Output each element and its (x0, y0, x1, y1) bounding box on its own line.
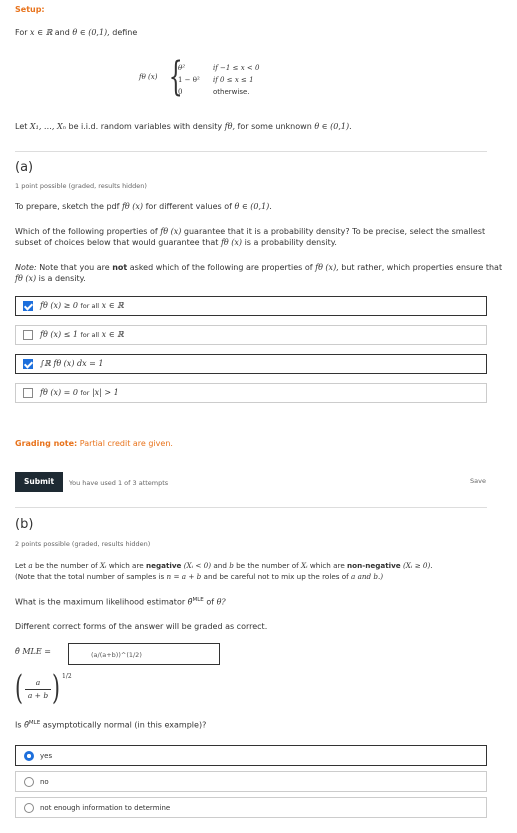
part-a-question: Which of the following properties of fθ … (15, 227, 486, 247)
problem-page: Setup: For x ∈ ℝ and θ ∈ (0,1), define f… (0, 0, 517, 833)
grading-note: Grading note: Partial credit are given. (15, 439, 173, 448)
mle-question: What is the maximum likelihood estimator… (15, 597, 226, 607)
option-no[interactable]: no (15, 771, 487, 792)
save-button[interactable]: Save (470, 477, 486, 485)
choice-bounded-by-one[interactable]: fθ (x) ≤ 1 for all x ∈ ℝ (15, 325, 487, 345)
part-b-points: 2 points possible (graded, results hidde… (15, 540, 151, 548)
option-yes[interactable]: yes (15, 745, 487, 766)
checkbox-checked[interactable] (23, 359, 33, 369)
radio-unselected[interactable] (24, 803, 34, 813)
checkbox-checked[interactable] (23, 301, 33, 311)
submit-button[interactable]: Submit (15, 472, 63, 492)
f-lhs: fθ (x) (139, 73, 158, 81)
part-a-note: Note: Note that you are not asked which … (15, 263, 503, 283)
radio-unselected[interactable] (24, 777, 34, 787)
checkbox-unchecked[interactable] (23, 330, 33, 340)
case-values: θ² 1 − θ² 0 (178, 64, 200, 96)
setup-heading: Setup: (15, 5, 45, 14)
part-b-label: (b) (15, 517, 34, 532)
mle-answer-input[interactable]: (a/(a+b))^(1/2) (68, 643, 220, 665)
asymptotic-question: Is θ̂MLE asymptotically normal (in this … (15, 720, 207, 730)
part-a-label: (a) (15, 160, 34, 175)
forms-note: Different correct forms of the answer wi… (15, 622, 268, 631)
choice-nonnegative[interactable]: fθ (x) ≥ 0 for all x ∈ ℝ (15, 296, 487, 316)
iid-statement: Let X₁, …, Xₙ be i.i.d. random variables… (15, 122, 352, 131)
radio-selected[interactable] (24, 751, 34, 761)
attempts-counter: You have used 1 of 3 attempts (69, 479, 169, 487)
part-a-points: 1 point possible (graded, results hidden… (15, 182, 147, 190)
divider (15, 507, 487, 508)
answer-preview: ( a a + b ) 1/2 (15, 668, 72, 708)
choice-zero-outside[interactable]: fθ (x) = 0 for |x| > 1 (15, 383, 487, 403)
checkbox-unchecked[interactable] (23, 388, 33, 398)
part-b-definition: Let a be the number of Xᵢ which are nega… (15, 561, 433, 581)
setup-intro: For x ∈ ℝ and θ ∈ (0,1), define (15, 28, 138, 37)
part-a-prompt: To prepare, sketch the pdf fθ (x) for di… (15, 202, 272, 211)
divider (15, 151, 487, 152)
option-not-enough-info[interactable]: not enough information to determine (15, 797, 487, 818)
mle-input-label: θ̂ MLE = (15, 647, 51, 656)
choice-integrates-to-one[interactable]: ∫ℝ fθ (x) dx = 1 (15, 354, 487, 374)
case-conditions: if −1 ≤ x < 0 if 0 ≤ x ≤ 1 otherwise. (213, 64, 260, 96)
